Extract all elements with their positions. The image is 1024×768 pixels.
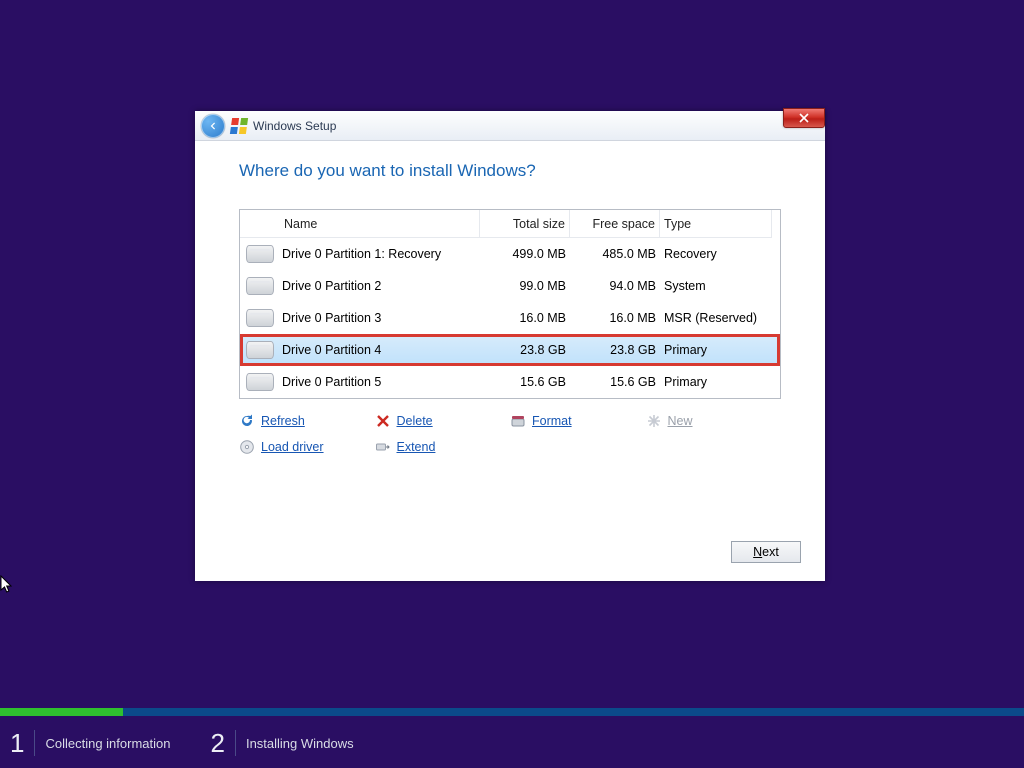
extend-icon xyxy=(375,439,391,455)
next-accel: N xyxy=(753,545,762,559)
partition-total: 23.8 GB xyxy=(480,343,570,357)
back-button[interactable] xyxy=(201,114,225,138)
partition-row[interactable]: Drive 0 Partition 423.8 GB23.8 GBPrimary xyxy=(240,334,780,366)
col-total: Total size xyxy=(480,210,570,238)
format-icon xyxy=(510,413,526,429)
mouse-cursor xyxy=(0,575,16,595)
step-2-label: Installing Windows xyxy=(246,736,354,751)
partition-name: Drive 0 Partition 5 xyxy=(280,375,480,389)
window-title: Windows Setup xyxy=(253,119,336,133)
arrow-left-icon xyxy=(206,119,220,133)
partition-name: Drive 0 Partition 3 xyxy=(280,311,480,325)
step-2-num: 2 xyxy=(210,728,224,759)
refresh-label: Refresh xyxy=(261,414,305,428)
partition-total: 499.0 MB xyxy=(480,247,570,261)
setup-progress-fill xyxy=(0,708,123,716)
page-heading: Where do you want to install Windows? xyxy=(239,161,781,181)
disk-icon xyxy=(246,245,274,263)
extend-action[interactable]: Extend xyxy=(375,439,511,455)
format-label: Format xyxy=(532,414,572,428)
partition-row[interactable]: Drive 0 Partition 1: Recovery499.0 MB485… xyxy=(240,238,780,270)
close-icon xyxy=(798,112,810,124)
partition-free: 485.0 MB xyxy=(570,247,660,261)
partition-type: MSR (Reserved) xyxy=(660,311,772,325)
col-name: Name xyxy=(280,210,480,238)
partition-type: Recovery xyxy=(660,247,772,261)
partition-free: 15.6 GB xyxy=(570,375,660,389)
refresh-action[interactable]: Refresh xyxy=(239,413,375,429)
partition-total: 15.6 GB xyxy=(480,375,570,389)
partition-name: Drive 0 Partition 4 xyxy=(280,343,480,357)
disk-icon xyxy=(246,309,274,327)
new-icon xyxy=(646,413,662,429)
disk-icon xyxy=(246,277,274,295)
disk-icon xyxy=(246,373,274,391)
step-1-num: 1 xyxy=(10,728,24,759)
partition-free: 16.0 MB xyxy=(570,311,660,325)
next-button[interactable]: Next xyxy=(731,541,801,563)
partition-type: Primary xyxy=(660,343,772,357)
titlebar: Windows Setup xyxy=(195,111,825,141)
partition-name: Drive 0 Partition 1: Recovery xyxy=(280,247,480,261)
disk-icon xyxy=(246,341,274,359)
step-1: 1 Collecting information xyxy=(10,728,170,759)
setup-steps: 1 Collecting information 2 Installing Wi… xyxy=(0,718,1024,768)
partition-type: Primary xyxy=(660,375,772,389)
windows-logo-icon xyxy=(231,118,247,134)
setup-dialog: Windows Setup Where do you want to insta… xyxy=(195,111,825,581)
delete-label: Delete xyxy=(397,414,433,428)
step-2: 2 Installing Windows xyxy=(210,728,353,759)
extend-label: Extend xyxy=(397,440,436,454)
partition-free: 94.0 MB xyxy=(570,279,660,293)
delete-icon xyxy=(375,413,391,429)
step-1-label: Collecting information xyxy=(45,736,170,751)
dialog-content: Where do you want to install Windows? Na… xyxy=(195,141,825,455)
format-action[interactable]: Format xyxy=(510,413,646,429)
col-type: Type xyxy=(660,210,772,238)
partition-total: 99.0 MB xyxy=(480,279,570,293)
close-button[interactable] xyxy=(783,108,825,128)
partition-name: Drive 0 Partition 2 xyxy=(280,279,480,293)
partition-actions: Refresh Delete Format New Load driver Ex… xyxy=(239,413,781,455)
partition-row[interactable]: Drive 0 Partition 299.0 MB94.0 MBSystem xyxy=(240,270,780,302)
setup-progress xyxy=(0,708,1024,716)
partition-row[interactable]: Drive 0 Partition 316.0 MB16.0 MBMSR (Re… xyxy=(240,302,780,334)
refresh-icon xyxy=(239,413,255,429)
new-label: New xyxy=(668,414,693,428)
load-driver-action[interactable]: Load driver xyxy=(239,439,375,455)
partition-free: 23.8 GB xyxy=(570,343,660,357)
partition-type: System xyxy=(660,279,772,293)
new-action: New xyxy=(646,413,782,429)
next-rest: ext xyxy=(762,545,779,559)
col-free: Free space xyxy=(570,210,660,238)
partition-header: Name Total size Free space Type xyxy=(240,210,780,238)
disc-icon xyxy=(239,439,255,455)
partition-total: 16.0 MB xyxy=(480,311,570,325)
delete-action[interactable]: Delete xyxy=(375,413,511,429)
load-driver-label: Load driver xyxy=(261,440,324,454)
partition-list: Name Total size Free space Type Drive 0 … xyxy=(239,209,781,399)
partition-row[interactable]: Drive 0 Partition 515.6 GB15.6 GBPrimary xyxy=(240,366,780,398)
